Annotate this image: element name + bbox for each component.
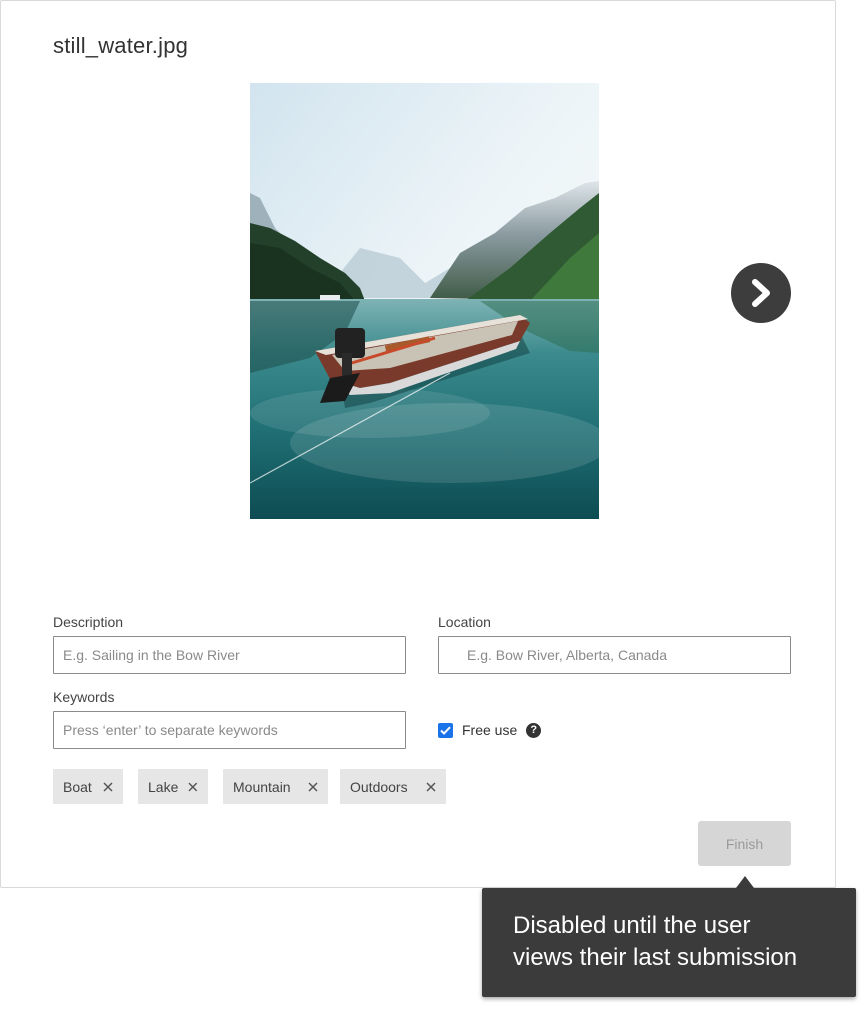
description-label: Description (53, 614, 124, 630)
keyword-tag-label: Boat (63, 778, 92, 795)
checkmark-icon (440, 726, 451, 735)
tooltip-text-line-1: Disabled until the user (513, 912, 751, 939)
keyword-tag-label: Mountain (233, 778, 291, 795)
description-input[interactable] (53, 636, 406, 674)
keyword-tag: Boat (53, 769, 123, 804)
remove-tag-icon[interactable] (308, 781, 318, 792)
location-label: Location (438, 614, 491, 630)
free-use-label: Free use (462, 722, 518, 738)
upload-card: still_water.jpg Description E.g. Sailing… (0, 0, 836, 888)
question-circle-icon[interactable]: ? (526, 722, 542, 738)
remove-tag-icon[interactable] (426, 781, 436, 792)
chevron-right-icon (752, 279, 770, 307)
photo-preview (250, 83, 599, 519)
tooltip-text-line-2: views their last submission (513, 944, 798, 971)
tooltip-arrow (736, 876, 754, 888)
free-use-checkbox[interactable] (438, 722, 453, 738)
remove-tag-icon[interactable] (188, 782, 198, 792)
keyword-tag: Mountain (223, 769, 328, 804)
file-name-title: still_water.jpg (53, 33, 189, 58)
finish-tooltip: Disabled until the user views their last… (482, 888, 856, 997)
keywords-input[interactable] (53, 711, 406, 749)
location-field (438, 636, 791, 674)
keyword-tag: Outdoors (340, 769, 446, 804)
keyword-tag-label: Lake (148, 778, 179, 795)
keyword-tag: Lake (138, 769, 208, 804)
keywords-label: Keywords (53, 689, 115, 705)
free-use-option: Free use ? (438, 721, 542, 739)
location-input[interactable] (438, 636, 791, 674)
finish-button[interactable]: Finish (698, 821, 791, 866)
keyword-tag-label: Outdoors (350, 778, 408, 795)
next-image-button[interactable] (731, 263, 791, 323)
remove-tag-icon[interactable] (103, 781, 113, 792)
